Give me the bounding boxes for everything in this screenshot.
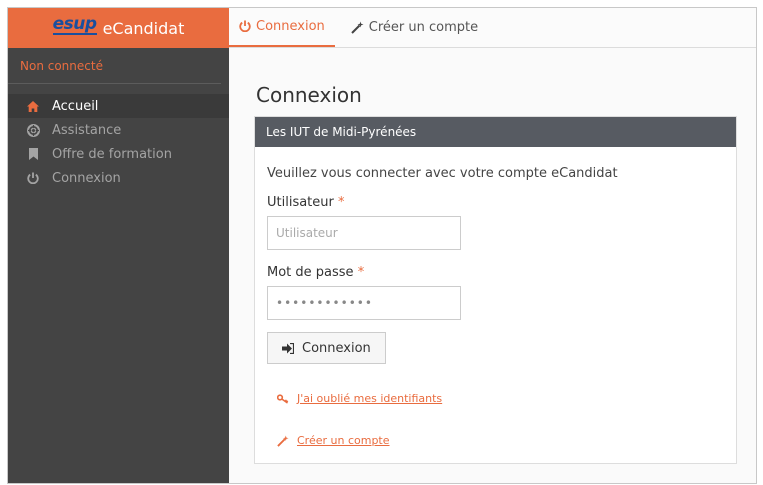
sidebar: esup eCandidat Non connecté Accueil Assi… [8, 8, 229, 483]
required-marker: * [357, 265, 365, 280]
top-navbar: Connexion Créer un compte [229, 8, 756, 48]
home-icon [26, 99, 40, 113]
password-label-text: Mot de passe [267, 265, 354, 280]
username-label: Utilisateur * [267, 195, 724, 210]
password-input[interactable] [267, 286, 461, 320]
create-account-link[interactable]: Créer un compte [277, 434, 390, 447]
login-button-label: Connexion [302, 340, 371, 356]
sidebar-item-label: Accueil [52, 98, 99, 114]
sidebar-item-label: Connexion [52, 170, 121, 186]
forgot-credentials-row: J'ai oublié mes identifiants [277, 392, 442, 408]
sign-in-icon [282, 342, 294, 354]
sidebar-item-label: Assistance [52, 122, 122, 138]
bookmark-icon [26, 147, 40, 161]
tab-creer-un-compte[interactable]: Créer un compte [341, 8, 488, 47]
username-label-text: Utilisateur [267, 195, 334, 210]
esup-logo: esup [52, 13, 97, 34]
sidebar-item-connexion[interactable]: Connexion [8, 166, 229, 190]
forgot-credentials-link[interactable]: J'ai oublié mes identifiants [277, 392, 442, 405]
key-icon [277, 393, 289, 404]
sidebar-item-assistance[interactable]: Assistance [8, 118, 229, 142]
sidebar-item-offre-de-formation[interactable]: Offre de formation [8, 142, 229, 166]
tab-label: Créer un compte [368, 19, 479, 35]
tab-label: Connexion [256, 18, 325, 34]
brand-header[interactable]: esup eCandidat [8, 8, 229, 48]
sidebar-item-accueil[interactable]: Accueil [8, 94, 229, 118]
login-panel: Les IUT de Midi-Pyrénées Veuillez vous c… [254, 116, 737, 464]
login-button[interactable]: Connexion [267, 332, 386, 364]
magic-wand-icon [277, 434, 289, 447]
power-icon [26, 171, 40, 185]
app-window: esup eCandidat Non connecté Accueil Assi… [7, 7, 757, 484]
tab-connexion[interactable]: Connexion [229, 8, 335, 47]
app-name: eCandidat [102, 18, 185, 38]
password-label: Mot de passe * [267, 265, 724, 280]
username-input[interactable] [267, 216, 461, 250]
magic-wand-icon [351, 21, 364, 34]
connection-status: Non connecté [8, 48, 221, 84]
create-account-row: Créer un compte [277, 434, 390, 451]
panel-header: Les IUT de Midi-Pyrénées [255, 117, 736, 147]
create-account-text: Créer un compte [297, 434, 390, 447]
page-title: Connexion [256, 83, 362, 107]
required-marker: * [338, 195, 345, 210]
power-icon [239, 20, 251, 32]
main-content: Connexion Les IUT de Midi-Pyrénées Veuil… [229, 49, 756, 483]
login-form: Veuillez vous connecter avec votre compt… [255, 147, 736, 364]
login-intro-text: Veuillez vous connecter avec votre compt… [267, 166, 618, 181]
forgot-credentials-text: J'ai oublié mes identifiants [297, 392, 443, 405]
lifebuoy-icon [26, 123, 40, 137]
sidebar-item-label: Offre de formation [52, 146, 172, 162]
sidebar-nav: Accueil Assistance Offre de formation Co… [8, 94, 229, 190]
